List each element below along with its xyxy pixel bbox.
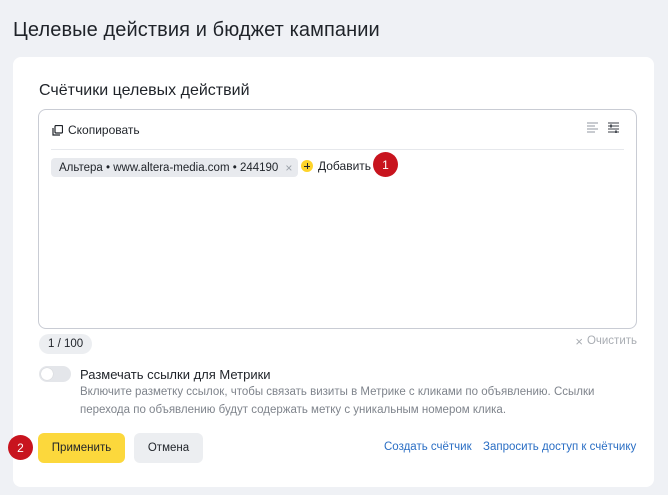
metrika-toggle[interactable] (39, 366, 71, 382)
close-icon: × (575, 333, 583, 349)
request-access-link[interactable]: Запросить доступ к счётчику (483, 441, 636, 453)
plus-icon (301, 160, 313, 172)
toolbar-divider (51, 149, 624, 150)
copy-icon (52, 124, 63, 136)
counter-chip[interactable]: Альтера • www.altera-media.com • 244190 … (51, 158, 299, 177)
clear-label: Очистить (586, 335, 637, 347)
metrika-toggle-label: Размечать ссылки для Метрики (80, 367, 271, 382)
page-title: Целевые действия и бюджет кампании (13, 19, 380, 41)
counters-card: Счётчики целевых действий Скопировать Ал… (13, 57, 654, 487)
section-title: Счётчики целевых действий (39, 82, 250, 99)
clear-button[interactable]: × Очистить (575, 333, 637, 349)
annotation-marker-2: 2 (8, 435, 33, 460)
copy-button[interactable]: Скопировать (52, 123, 140, 137)
toggle-knob (41, 368, 53, 380)
text-lines-icon[interactable] (587, 122, 599, 133)
cancel-button[interactable]: Отмена (134, 433, 203, 463)
counter-count-badge: 1 / 100 (39, 334, 93, 354)
add-counter-button[interactable]: Добавить (301, 159, 371, 173)
create-counter-link[interactable]: Создать счётчик (384, 441, 472, 453)
add-counter-label: Добавить (318, 159, 372, 173)
counters-editor[interactable]: Скопировать Альтера • www.altera-media.c… (38, 109, 637, 329)
copy-label: Скопировать (68, 123, 140, 137)
close-icon[interactable]: × (285, 162, 292, 174)
annotation-marker-1: 1 (373, 152, 398, 177)
counter-chip-label: Альтера • www.altera-media.com • 244190 (59, 161, 279, 174)
metrika-toggle-hint: Включите разметку ссылок, чтобы связать … (80, 386, 595, 416)
apply-button[interactable]: Применить (38, 433, 125, 463)
list-settings-icon[interactable] (608, 122, 620, 133)
editor-toolbar: Скопировать (39, 110, 636, 149)
